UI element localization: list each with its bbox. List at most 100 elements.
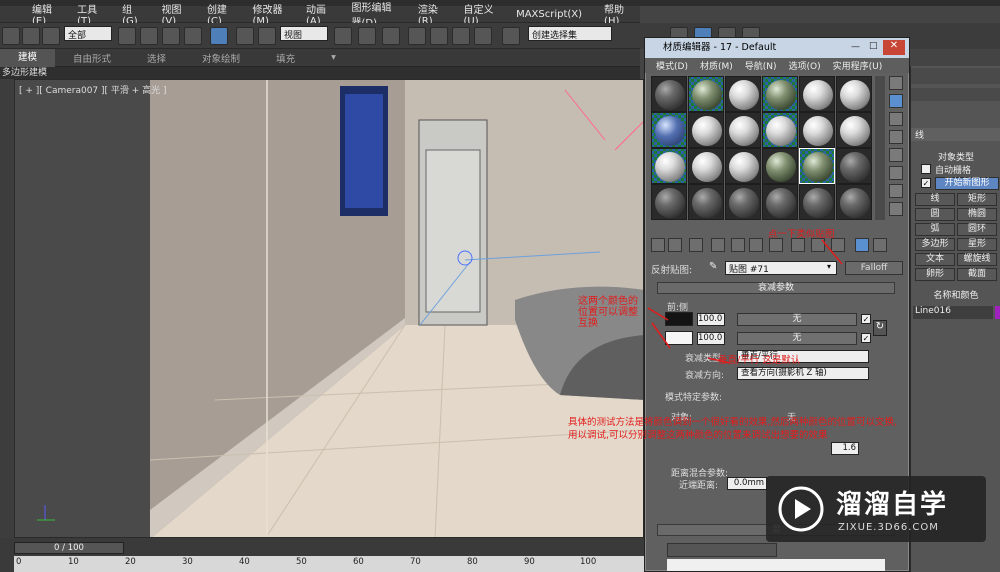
sample-slot-active[interactable] [799, 148, 835, 184]
sample-slot[interactable] [688, 112, 724, 148]
link-icon[interactable] [2, 27, 20, 45]
me-menu-modes[interactable]: 模式(D) [650, 59, 694, 72]
arc-button[interactable]: 弧 [915, 223, 955, 236]
front-map-checkbox[interactable]: ✓ [861, 314, 871, 324]
sample-slot[interactable] [762, 76, 798, 112]
backlight-icon[interactable] [889, 94, 903, 108]
sample-slot[interactable] [836, 76, 872, 112]
sample-slot[interactable] [762, 112, 798, 148]
line-button[interactable]: 线 [915, 193, 955, 206]
selection-filter-dropdown[interactable]: 全部 [64, 26, 112, 41]
unlink-icon[interactable] [22, 27, 40, 45]
close-icon[interactable]: ✕ [883, 40, 905, 55]
ior-field[interactable]: 1.6 [831, 442, 859, 455]
curve-graph[interactable] [667, 559, 885, 571]
circle-button[interactable]: 圆 [915, 208, 955, 221]
tab-object-paint[interactable]: 对象绘制 [184, 51, 258, 65]
slots-scrollbar[interactable] [875, 76, 885, 220]
me-menu-navigation[interactable]: 导航(N) [739, 59, 783, 72]
sample-slot[interactable] [836, 184, 872, 220]
select-manipulate-icon[interactable] [358, 27, 376, 45]
tab-populate[interactable]: 填充 [258, 51, 313, 65]
side-map-checkbox[interactable]: ✓ [861, 333, 871, 343]
select-by-material-icon[interactable] [889, 202, 903, 216]
sample-slot[interactable] [651, 112, 687, 148]
pick-material-icon[interactable] [873, 238, 887, 252]
video-color-check-icon[interactable] [889, 148, 903, 162]
tab-modeling[interactable]: 建模 [0, 48, 56, 67]
section-button[interactable]: 截面 [957, 268, 997, 281]
maximize-icon[interactable]: □ [869, 41, 878, 51]
sample-slot[interactable] [836, 148, 872, 184]
sample-slot[interactable] [725, 76, 761, 112]
background-icon[interactable] [889, 112, 903, 126]
sample-slot[interactable] [799, 112, 835, 148]
scale-icon[interactable] [258, 27, 276, 45]
named-selection-dropdown[interactable]: 创建选择集 [528, 26, 612, 41]
ellipse-button[interactable]: 椭圆 [957, 208, 997, 221]
egg-button[interactable]: 卵形 [915, 268, 955, 281]
text-button[interactable]: 文本 [915, 253, 955, 266]
start-new-shape-checkbox[interactable]: ✓ [921, 178, 931, 188]
sample-slot[interactable] [688, 76, 724, 112]
rotate-icon[interactable] [236, 27, 254, 45]
select-by-name-icon[interactable] [140, 27, 158, 45]
move-icon[interactable] [210, 27, 228, 45]
sample-slot[interactable] [799, 76, 835, 112]
donut-button[interactable]: 圆环 [957, 223, 997, 236]
ngon-button[interactable]: 多边形 [915, 238, 955, 251]
sample-slot[interactable] [688, 148, 724, 184]
me-menu-material[interactable]: 材质(M) [694, 59, 739, 72]
near-distance-field[interactable]: 0.0mm [727, 477, 767, 490]
sample-slot[interactable] [651, 184, 687, 220]
watermark: 溜溜自学 ZIXUE.3D66.COM [766, 476, 986, 542]
sample-slot[interactable] [725, 184, 761, 220]
snaps-toggle-icon[interactable] [408, 27, 426, 45]
left-strip [0, 79, 14, 539]
minimize-icon[interactable]: — [851, 42, 860, 52]
sample-slot[interactable] [651, 148, 687, 184]
camera-viewport[interactable]: [ + ][ Camera007 ][ 平滑 + 高光 ] [14, 79, 644, 538]
viewport-label[interactable]: [ + ][ Camera007 ][ 平滑 + 高光 ] [19, 83, 167, 96]
sample-slot[interactable] [651, 76, 687, 112]
sample-slot[interactable] [836, 112, 872, 148]
sample-type-icon[interactable] [889, 76, 903, 90]
timeline-ruler[interactable]: 0 10 20 30 40 50 60 70 80 90 100 [14, 556, 644, 572]
spinner-snap-icon[interactable] [474, 27, 492, 45]
sample-slot[interactable] [688, 184, 724, 220]
star-button[interactable]: 星形 [957, 238, 997, 251]
percent-snap-icon[interactable] [452, 27, 470, 45]
swap-colors-icon[interactable]: ↻ [873, 320, 887, 336]
rect-selection-icon[interactable] [162, 27, 180, 45]
rectangle-button[interactable]: 矩形 [957, 193, 997, 206]
keyboard-shortcut-icon[interactable] [382, 27, 400, 45]
object-color-swatch[interactable] [995, 306, 1000, 319]
select-object-icon[interactable] [118, 27, 136, 45]
sample-slot[interactable] [725, 112, 761, 148]
make-preview-icon[interactable] [889, 166, 903, 180]
window-crossing-icon[interactable] [184, 27, 202, 45]
uv-tiling-icon[interactable] [889, 130, 903, 144]
sample-slot[interactable] [762, 148, 798, 184]
options-icon[interactable] [889, 184, 903, 198]
bind-spacewarp-icon[interactable] [42, 27, 60, 45]
tab-selection[interactable]: 选择 [129, 51, 184, 65]
ribbon: 建模 自由形式 选择 对象绘制 填充 ▾ [0, 48, 640, 67]
angle-snap-icon[interactable] [430, 27, 448, 45]
ribbon-options-button[interactable]: ▾ [313, 52, 354, 63]
autogrid-checkbox[interactable] [921, 164, 931, 174]
object-name-field[interactable]: Line016 [913, 306, 993, 319]
ref-coord-dropdown[interactable]: 视图 [280, 26, 328, 41]
edit-named-selection-icon[interactable] [502, 27, 520, 45]
pivot-icon[interactable] [334, 27, 352, 45]
sample-slot[interactable] [762, 184, 798, 220]
tab-freeform[interactable]: 自由形式 [55, 51, 129, 65]
sample-slot[interactable] [799, 184, 835, 220]
sample-slot[interactable] [725, 148, 761, 184]
start-new-shape-button[interactable]: 开始新图形 [935, 177, 999, 190]
me-menu-options[interactable]: 选项(O) [783, 59, 827, 72]
menu-maxscript[interactable]: MAXScript(X) [506, 9, 594, 20]
helix-button[interactable]: 螺旋线 [957, 253, 997, 266]
time-slider[interactable]: 0 / 100 [14, 542, 124, 554]
me-menu-utilities[interactable]: 实用程序(U) [827, 59, 889, 72]
